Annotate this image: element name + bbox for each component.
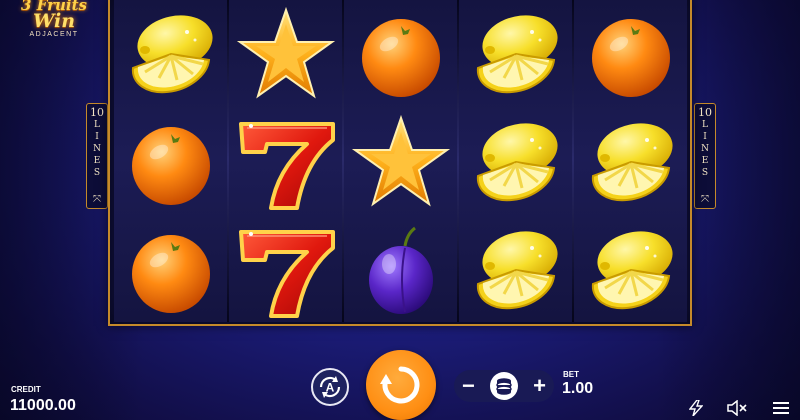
autoplay-button[interactable]: A bbox=[311, 368, 349, 406]
logo-line2: Win bbox=[32, 10, 76, 32]
credit-label: CREDIT bbox=[11, 385, 41, 394]
lemon-symbol bbox=[574, 110, 687, 218]
lines-badge-right: 10 LINES ⤧ bbox=[694, 103, 716, 209]
reel-2 bbox=[229, 0, 342, 322]
coins-icon bbox=[496, 378, 512, 395]
plum-symbol bbox=[344, 218, 457, 326]
reel-4 bbox=[459, 0, 572, 322]
lines-number: 10 bbox=[90, 106, 104, 119]
reel-5 bbox=[574, 0, 687, 322]
reels-frame bbox=[108, 0, 692, 326]
reel-1 bbox=[114, 0, 227, 322]
paylines-arrow-icon: ⤧ bbox=[701, 194, 709, 205]
orange-symbol bbox=[574, 2, 687, 110]
lemon-symbol bbox=[574, 218, 687, 326]
lemon-symbol bbox=[459, 110, 572, 218]
spin-button[interactable] bbox=[366, 350, 436, 420]
bet-label: BET bbox=[563, 370, 579, 379]
bet-decrease-button[interactable]: − bbox=[462, 375, 475, 397]
turbo-button[interactable] bbox=[686, 399, 706, 417]
coins-button[interactable] bbox=[490, 372, 518, 400]
autoplay-icon: A bbox=[319, 376, 341, 398]
sound-button[interactable] bbox=[726, 399, 750, 417]
star-symbol bbox=[229, 2, 342, 110]
sound-muted-icon bbox=[727, 400, 747, 416]
orange-symbol bbox=[114, 218, 227, 326]
menu-button[interactable] bbox=[771, 399, 791, 417]
bet-value: 1.00 bbox=[562, 380, 594, 397]
menu-icon bbox=[773, 402, 789, 414]
lightning-icon bbox=[689, 400, 703, 416]
seven-symbol bbox=[229, 110, 342, 218]
logo-line3: ADJACENT bbox=[29, 31, 79, 38]
lines-badge-left: 10 LINES ⤧ bbox=[86, 103, 108, 209]
orange-symbol bbox=[114, 110, 227, 218]
spin-icon bbox=[380, 366, 420, 404]
credit-value: 11000.00 bbox=[10, 397, 76, 414]
bet-control: − + bbox=[454, 370, 554, 402]
lines-word: LINES bbox=[93, 120, 101, 178]
star-symbol bbox=[344, 110, 457, 218]
seven-symbol bbox=[229, 218, 342, 326]
paylines-arrow-icon: ⤧ bbox=[93, 194, 101, 205]
lines-number: 10 bbox=[698, 106, 712, 119]
game-logo: 3 Fruits Win ADJACENT bbox=[2, 0, 106, 48]
lemon-symbol bbox=[114, 2, 227, 110]
lemon-symbol bbox=[459, 218, 572, 326]
orange-symbol bbox=[344, 2, 457, 110]
reel-3 bbox=[344, 0, 457, 322]
lines-word: LINES bbox=[701, 120, 709, 178]
svg-text:A: A bbox=[326, 381, 335, 395]
lemon-symbol bbox=[459, 2, 572, 110]
bet-increase-button[interactable]: + bbox=[533, 375, 546, 397]
